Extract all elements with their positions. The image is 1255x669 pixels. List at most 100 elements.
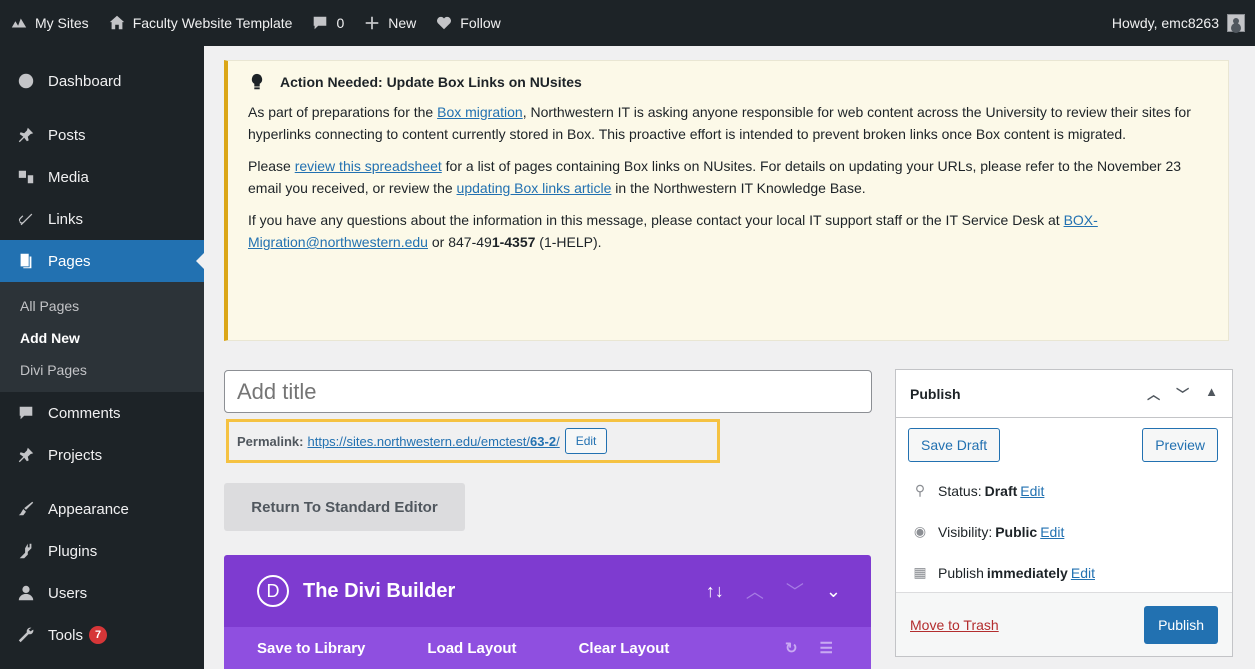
pushpin-icon: [16, 125, 36, 145]
move-to-trash-link[interactable]: Move to Trash: [910, 617, 999, 633]
divi-title: The Divi Builder: [303, 579, 456, 602]
pages-icon: [16, 251, 36, 271]
load-layout-button[interactable]: Load Layout: [427, 640, 516, 657]
new-content-menu[interactable]: New: [353, 0, 425, 46]
wrench-icon: [16, 625, 36, 645]
sidebar-item-media[interactable]: Media: [0, 156, 204, 198]
permalink-edit-button[interactable]: Edit: [564, 428, 608, 454]
visibility-row: ◉ Visibility: Public Edit: [896, 511, 1232, 552]
submenu-divi-pages[interactable]: Divi Pages: [0, 354, 204, 386]
divi-builder-panel: D The Divi Builder ↑↓ ︿ ﹀ ⌄ Save to Libr…: [224, 555, 871, 669]
box-migration-notice: Action Needed: Update Box Links on NUsit…: [224, 60, 1229, 341]
sidebar-item-label: Comments: [48, 404, 121, 422]
users-icon: [16, 583, 36, 603]
my-sites-icon: [9, 13, 29, 33]
box-migration-link[interactable]: Box migration: [437, 104, 523, 120]
move-down-icon[interactable]: ﹀: [1176, 384, 1189, 403]
sidebar-item-comments[interactable]: Comments: [0, 392, 204, 434]
notice-text: or 847-49: [427, 234, 492, 250]
visibility-edit-link[interactable]: Edit: [1040, 524, 1064, 540]
sidebar-item-users[interactable]: Users: [0, 572, 204, 614]
sidebar-item-label: Posts: [48, 126, 86, 144]
sidebar-item-label: Tools: [48, 626, 84, 644]
site-name-label: Faculty Website Template: [132, 15, 293, 31]
notice-paragraph-2: Please review this spreadsheet for a lis…: [248, 155, 1212, 199]
pin-icon: ⚲: [914, 482, 926, 498]
post-title-input[interactable]: [224, 370, 872, 413]
visibility-label: Visibility:: [938, 523, 993, 540]
comments-menu[interactable]: 0: [301, 0, 353, 46]
my-sites-label: My Sites: [35, 15, 89, 31]
box-links-article-link[interactable]: updating Box links article: [457, 180, 612, 196]
permalink-slug: 63-2: [530, 433, 557, 449]
status-value: Draft: [984, 482, 1018, 499]
status-row: ⚲ Status: Draft Edit: [896, 470, 1232, 511]
notice-title: Action Needed: Update Box Links on NUsit…: [280, 74, 582, 90]
schedule-value: immediately: [986, 564, 1068, 581]
sidebar-item-label: Projects: [48, 446, 103, 464]
sidebar-item-posts[interactable]: Posts: [0, 114, 204, 156]
admin-bar: My Sites Faculty Website Template 0 New …: [0, 0, 1255, 46]
eye-icon: ◉: [913, 523, 927, 539]
tools-update-badge: 7: [89, 626, 108, 644]
sidebar-item-links[interactable]: Links: [0, 198, 204, 240]
notice-text: As part of preparations for the: [248, 104, 438, 120]
history-icon[interactable]: ☰: [820, 639, 833, 657]
heart-icon: [434, 13, 454, 33]
lightbulb-icon: [248, 73, 266, 91]
howdy-label: Howdy, emc8263: [1111, 15, 1219, 31]
chevron-up-icon[interactable]: ︿: [746, 578, 764, 604]
redo-icon[interactable]: ↻: [785, 639, 798, 657]
sort-arrows-icon[interactable]: ↑↓: [706, 581, 724, 602]
submenu-all-pages[interactable]: All Pages: [0, 290, 204, 322]
move-up-icon[interactable]: ︿: [1147, 384, 1160, 403]
sidebar-item-pages[interactable]: Pages: [0, 240, 204, 282]
link-icon: [16, 209, 36, 229]
site-name-menu[interactable]: Faculty Website Template: [98, 0, 302, 46]
avatar: [1227, 14, 1245, 32]
sidebar-item-tools[interactable]: Tools 7: [0, 614, 204, 656]
dashboard-icon: [16, 71, 36, 91]
calendar-icon: ▦: [913, 564, 927, 580]
schedule-label: Publish: [938, 564, 984, 581]
sidebar-item-label: Links: [48, 210, 84, 228]
save-draft-button[interactable]: Save Draft: [908, 428, 1001, 462]
notice-text: If you have any questions about the info…: [248, 212, 1064, 228]
spreadsheet-link[interactable]: review this spreadsheet: [295, 158, 442, 174]
sidebar-item-plugins[interactable]: Plugins: [0, 530, 204, 572]
permalink-url[interactable]: https://sites.northwestern.edu/emctest/6…: [307, 434, 559, 449]
publish-metabox: Publish ︿ ﹀ ▲ Save Draft Preview ⚲ Statu…: [895, 369, 1233, 657]
status-edit-link[interactable]: Edit: [1020, 483, 1044, 499]
status-label: Status:: [938, 482, 982, 499]
notice-text: 1-4357: [491, 234, 536, 250]
visibility-value: Public: [995, 523, 1038, 540]
schedule-row: ▦ Publish immediately Edit: [896, 552, 1232, 593]
submenu-add-new[interactable]: Add New: [0, 322, 204, 354]
sidebar-item-label: Plugins: [48, 542, 98, 560]
permalink-row: Permalink: https://sites.northwestern.ed…: [226, 419, 720, 463]
publish-heading: Publish: [910, 385, 961, 402]
collapse-chevron-icon[interactable]: ⌄: [826, 581, 841, 602]
preview-button[interactable]: Preview: [1142, 428, 1218, 462]
sidebar-item-appearance[interactable]: Appearance: [0, 488, 204, 530]
comments-count: 0: [336, 15, 345, 31]
plus-icon: [362, 13, 382, 33]
sidebar-item-label: Pages: [48, 252, 91, 270]
schedule-edit-link[interactable]: Edit: [1071, 565, 1095, 581]
notice-text: Please: [248, 158, 295, 174]
clear-layout-button[interactable]: Clear Layout: [579, 640, 670, 657]
sidebar-item-dashboard[interactable]: Dashboard: [0, 60, 204, 102]
sidebar-item-projects[interactable]: Projects: [0, 434, 204, 476]
return-to-standard-editor-button[interactable]: Return To Standard Editor: [224, 483, 465, 531]
permalink-base: https://sites.northwestern.edu/emctest/: [307, 433, 531, 449]
notice-paragraph-1: As part of preparations for the Box migr…: [248, 101, 1212, 145]
chevron-down-icon[interactable]: ﹀: [786, 578, 804, 604]
follow-menu[interactable]: Follow: [425, 0, 509, 46]
save-to-library-button[interactable]: Save to Library: [257, 640, 365, 657]
my-sites-menu[interactable]: My Sites: [0, 0, 98, 46]
publish-button[interactable]: Publish: [1144, 605, 1218, 644]
account-menu[interactable]: Howdy, emc8263: [1112, 14, 1255, 32]
pushpin-icon: [16, 445, 36, 465]
comment-bubble-icon: [310, 13, 330, 33]
toggle-panel-icon[interactable]: ▲: [1205, 384, 1218, 403]
